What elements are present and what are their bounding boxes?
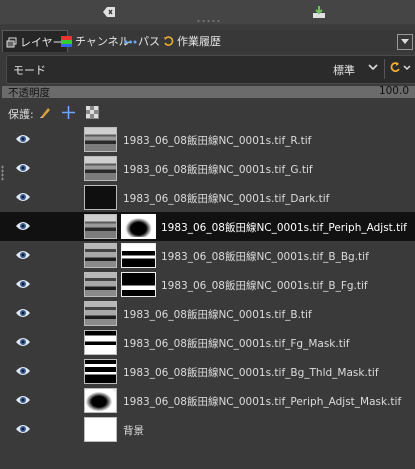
layer-row[interactable]: 1983_06_08飯田線NC_0001s.tif_G.tif: [0, 154, 415, 183]
layer-name[interactable]: 1983_06_08飯田線NC_0001s.tif_G.tif: [123, 162, 313, 177]
layer-thumbnail[interactable]: [84, 127, 117, 152]
layer-thumbnail[interactable]: [84, 330, 117, 355]
opacity-slider[interactable]: 不透明度 100.0: [2, 85, 415, 99]
layer-name[interactable]: 1983_06_08飯田線NC_0001s.tif_Bg_Thld_Mask.t…: [123, 365, 379, 380]
layer-mask-thumbnail[interactable]: [121, 272, 156, 297]
dock-grip[interactable]: [196, 19, 222, 23]
layer-thumbnail[interactable]: [84, 243, 117, 268]
lock-alpha-icon[interactable]: [86, 106, 99, 119]
divider: [384, 59, 385, 79]
layer-name[interactable]: 1983_06_08飯田線NC_0001s.tif_B_Bg.tif: [161, 249, 369, 264]
layer-thumbnail[interactable]: [84, 156, 117, 181]
layer-row[interactable]: 1983_06_08飯田線NC_0001s.tif_R.tif: [0, 125, 415, 154]
layer-row[interactable]: 1983_06_08飯田線NC_0001s.tif_Bg_Thld_Mask.t…: [0, 357, 415, 386]
undo-history-icon: [163, 35, 174, 47]
eye-icon[interactable]: [15, 133, 31, 145]
chevron-down-icon: [367, 61, 379, 76]
mode-label: モード: [13, 64, 46, 77]
eye-icon[interactable]: [15, 191, 31, 203]
composite-mode-icon[interactable]: [390, 61, 414, 78]
layer-thumbnail[interactable]: [84, 301, 117, 326]
export-icon[interactable]: [310, 3, 328, 21]
layer-name[interactable]: 1983_06_08飯田線NC_0001s.tif_Fg_Mask.tif: [123, 336, 349, 351]
tab-back-icon[interactable]: [100, 3, 118, 21]
opacity-value: 100.0: [378, 85, 409, 97]
layer-thumbnail[interactable]: [84, 272, 117, 297]
layer-row[interactable]: 1983_06_08飯田線NC_0001s.tif_Periph_Adjst.t…: [0, 212, 415, 241]
layer-row[interactable]: 1983_06_08飯田線NC_0001s.tif_Periph_Adjst_M…: [0, 386, 415, 415]
layer-name[interactable]: 1983_06_08飯田線NC_0001s.tif_B_Fg.tif: [161, 278, 368, 293]
tab-paths[interactable]: パス: [121, 30, 163, 52]
channels-icon: [61, 35, 72, 47]
tab-menu-icon[interactable]: [397, 34, 413, 50]
layers-icon: [6, 37, 17, 48]
mode-value: 標準: [333, 64, 355, 77]
layer-name[interactable]: 1983_06_08飯田線NC_0001s.tif_Periph_Adjst.t…: [161, 220, 407, 235]
layer-thumbnail[interactable]: [84, 388, 117, 413]
tab-paths-label: パス: [138, 35, 160, 48]
layer-row[interactable]: 1983_06_08飯田線NC_0001s.tif_B.tif: [0, 299, 415, 328]
layer-name[interactable]: 1983_06_08飯田線NC_0001s.tif_Dark.tif: [123, 191, 329, 206]
eye-icon[interactable]: [15, 249, 31, 261]
eye-icon[interactable]: [15, 336, 31, 348]
layer-thumbnail[interactable]: [84, 185, 117, 210]
layer-thumbnail[interactable]: [84, 359, 117, 384]
mode-select[interactable]: モード 標準: [6, 55, 415, 84]
protect-label: 保護:: [8, 108, 34, 121]
eye-icon[interactable]: [15, 423, 31, 435]
eye-icon[interactable]: [15, 307, 31, 319]
layer-name[interactable]: 背景: [123, 423, 144, 438]
paths-icon: [124, 36, 137, 47]
layer-list: 1983_06_08飯田線NC_0001s.tif_R.tif 1983_06_0…: [0, 125, 415, 444]
layer-mask-thumbnail[interactable]: [121, 243, 156, 268]
protect-row: 保護:: [0, 104, 415, 122]
layer-row[interactable]: 背景: [0, 415, 415, 444]
dock-header: [0, 0, 415, 24]
eye-icon[interactable]: [15, 278, 31, 290]
eye-icon[interactable]: [15, 162, 31, 174]
tab-undo-history[interactable]: 作業履歴: [160, 30, 224, 52]
layer-mask-thumbnail[interactable]: [121, 214, 156, 239]
layer-name[interactable]: 1983_06_08飯田線NC_0001s.tif_Periph_Adjst_M…: [123, 394, 401, 409]
eye-icon[interactable]: [15, 394, 31, 406]
layer-thumbnail[interactable]: [84, 214, 117, 239]
layer-row[interactable]: 1983_06_08飯田線NC_0001s.tif_B_Bg.tif: [0, 241, 415, 270]
tab-undo-history-label: 作業履歴: [177, 35, 221, 48]
lock-pixels-icon[interactable]: [39, 106, 52, 119]
opacity-label: 不透明度: [8, 87, 50, 99]
dock-tabs: レイヤー チャンネル パス 作業履歴: [0, 30, 415, 53]
layer-thumbnail[interactable]: [84, 417, 117, 442]
eye-icon[interactable]: [15, 220, 31, 232]
lock-position-icon[interactable]: [62, 106, 75, 119]
eye-icon[interactable]: [15, 365, 31, 377]
layer-row[interactable]: 1983_06_08飯田線NC_0001s.tif_B_Fg.tif: [0, 270, 415, 299]
layer-row[interactable]: 1983_06_08飯田線NC_0001s.tif_Fg_Mask.tif: [0, 328, 415, 357]
layer-name[interactable]: 1983_06_08飯田線NC_0001s.tif_R.tif: [123, 133, 311, 148]
layer-row[interactable]: 1983_06_08飯田線NC_0001s.tif_Dark.tif: [0, 183, 415, 212]
layer-name[interactable]: 1983_06_08飯田線NC_0001s.tif_B.tif: [123, 307, 312, 322]
